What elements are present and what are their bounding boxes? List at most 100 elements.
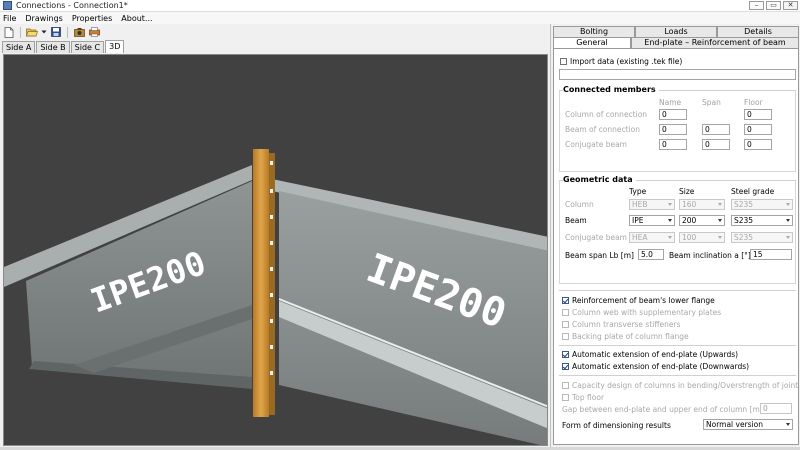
conjugate-grade-select[interactable]: S235 — [731, 232, 793, 243]
geo-column-label: Column — [565, 200, 594, 209]
save-icon[interactable] — [50, 26, 62, 38]
capacity-design-checkbox[interactable] — [562, 382, 569, 389]
col-header-span: Span — [702, 98, 721, 107]
form-dimensioning-label: Form of dimensioning results — [562, 421, 671, 430]
general-tab-content: Import data (existing .tek file) Connect… — [553, 48, 799, 445]
menu-properties[interactable]: Properties — [72, 14, 112, 23]
tab-end-plate[interactable]: End-plate – Reinforcement of beam — [631, 37, 799, 48]
tab-general[interactable]: General — [553, 37, 631, 48]
col-header-type: Type — [629, 187, 647, 196]
separator — [559, 345, 796, 346]
menu-file[interactable]: File — [3, 14, 16, 23]
beam-type-value: IPE — [632, 216, 644, 225]
column-connection-floor-input[interactable]: 0 — [744, 109, 772, 120]
maximize-button[interactable]: ▭ — [766, 1, 781, 10]
chevron-down-icon — [786, 423, 790, 426]
column-web-plates-checkbox[interactable] — [562, 309, 569, 316]
camera-icon[interactable] — [73, 26, 85, 38]
new-file-icon[interactable] — [3, 26, 15, 38]
tab-bolting[interactable]: Bolting — [553, 26, 635, 37]
print-icon[interactable] — [88, 26, 100, 38]
3d-model-drawing: IPE200 IPE200 — [4, 149, 547, 445]
column-web-plates-label: Column web with supplementary plates — [572, 308, 722, 317]
separator — [559, 375, 796, 376]
reinforcement-lower-flange-checkbox[interactable] — [562, 297, 569, 304]
conjugate-type-select[interactable]: HEA — [629, 232, 675, 243]
tab-loads[interactable]: Loads — [635, 26, 717, 37]
tab-3d[interactable]: 3D — [105, 40, 125, 53]
geo-beam-label: Beam — [565, 216, 587, 225]
conjugate-size-value: 100 — [682, 233, 697, 242]
conjugate-beam-floor-input[interactable]: 0 — [744, 139, 772, 150]
backing-plate-label: Backing plate of column flange — [572, 332, 689, 341]
tab-details[interactable]: Details — [717, 26, 799, 37]
title-bar: Connections - Connection1* – ▭ ✕ — [0, 0, 800, 12]
beam-inclination-input[interactable]: 15 — [750, 249, 792, 260]
beam-connection-span-input[interactable]: 0 — [702, 124, 730, 135]
view-tabs: Side A Side B Side C 3D — [2, 40, 125, 53]
connected-members-title: Connected members — [563, 85, 659, 94]
top-floor-label: Top floor — [572, 393, 605, 402]
beam-connection-label: Beam of connection — [565, 125, 640, 134]
beam-size-select[interactable]: 200 — [679, 215, 725, 226]
panel-tabs-row2: General End-plate – Reinforcement of bea… — [553, 37, 799, 48]
dropdown-arrow-icon[interactable] — [41, 26, 47, 38]
column-connection-label: Column of connection — [565, 110, 648, 119]
import-data-checkbox[interactable] — [560, 58, 567, 65]
conjugate-beam-name-input[interactable]: 0 — [659, 139, 687, 150]
left-beam: IPE200 — [4, 165, 252, 389]
chevron-down-icon — [786, 236, 790, 239]
top-floor-checkbox[interactable] — [562, 394, 569, 401]
column-type-select[interactable]: HEB — [629, 199, 675, 210]
column-stiffeners-checkbox[interactable] — [562, 321, 569, 328]
col-header-steel-grade: Steel grade — [731, 187, 775, 196]
chevron-down-icon — [718, 236, 722, 239]
menu-drawings[interactable]: Drawings — [25, 14, 62, 23]
import-path-input[interactable] — [559, 69, 796, 80]
chevron-down-icon — [718, 203, 722, 206]
beam-type-select[interactable]: IPE — [629, 215, 675, 226]
extension-upwards-label: Automatic extension of end-plate (Upward… — [572, 350, 739, 359]
chevron-down-icon — [668, 236, 672, 239]
tab-side-a[interactable]: Side A — [2, 41, 36, 53]
import-data-label: Import data (existing .tek file) — [570, 57, 683, 66]
tab-side-b[interactable]: Side B — [36, 41, 70, 53]
backing-plate-checkbox[interactable] — [562, 333, 569, 340]
beam-span-input[interactable]: 5.0 — [638, 249, 664, 260]
separator — [559, 290, 796, 291]
column-connection-name-input[interactable]: 0 — [659, 109, 687, 120]
conjugate-type-value: HEA — [632, 233, 648, 242]
beam-span-label: Beam span Lb [m] — [565, 251, 634, 260]
app-icon — [3, 1, 12, 10]
toolbar-separator — [67, 26, 68, 38]
form-dimensioning-select[interactable]: Normal version — [703, 419, 793, 430]
beam-grade-select[interactable]: S235 — [731, 215, 793, 226]
minimize-button[interactable]: – — [749, 1, 764, 10]
3d-viewport[interactable]: IPE200 IPE200 — [3, 54, 548, 446]
open-folder-icon[interactable] — [26, 26, 38, 38]
col-header-name: Name — [659, 98, 682, 107]
column-grade-select[interactable]: S235 — [731, 199, 793, 210]
column-size-select[interactable]: 160 — [679, 199, 725, 210]
extension-downwards-label: Automatic extension of end-plate (Downwa… — [572, 362, 750, 371]
extension-downwards-checkbox[interactable] — [562, 363, 569, 370]
conjugate-size-select[interactable]: 100 — [679, 232, 725, 243]
gap-input[interactable]: 0 — [760, 403, 792, 414]
menu-about[interactable]: About... — [121, 14, 152, 23]
beam-connection-name-input[interactable]: 0 — [659, 124, 687, 135]
col-header-floor: Floor — [744, 98, 763, 107]
tab-side-c[interactable]: Side C — [70, 41, 105, 53]
end-plate — [253, 149, 275, 417]
column-type-value: HEB — [632, 200, 648, 209]
chevron-down-icon — [718, 219, 722, 222]
toolbar — [0, 24, 550, 40]
column-stiffeners-label: Column transverse stiffeners — [572, 320, 681, 329]
panel-tabs-row1: Bolting Loads Details — [553, 26, 799, 37]
column-size-value: 160 — [682, 200, 697, 209]
beam-connection-floor-input[interactable]: 0 — [744, 124, 772, 135]
capacity-design-label: Capacity design of columns in bending/Ov… — [572, 381, 799, 390]
close-button[interactable]: ✕ — [783, 1, 798, 10]
extension-upwards-checkbox[interactable] — [562, 351, 569, 358]
conjugate-beam-span-input[interactable]: 0 — [702, 139, 730, 150]
form-dimensioning-value: Normal version — [706, 420, 763, 429]
